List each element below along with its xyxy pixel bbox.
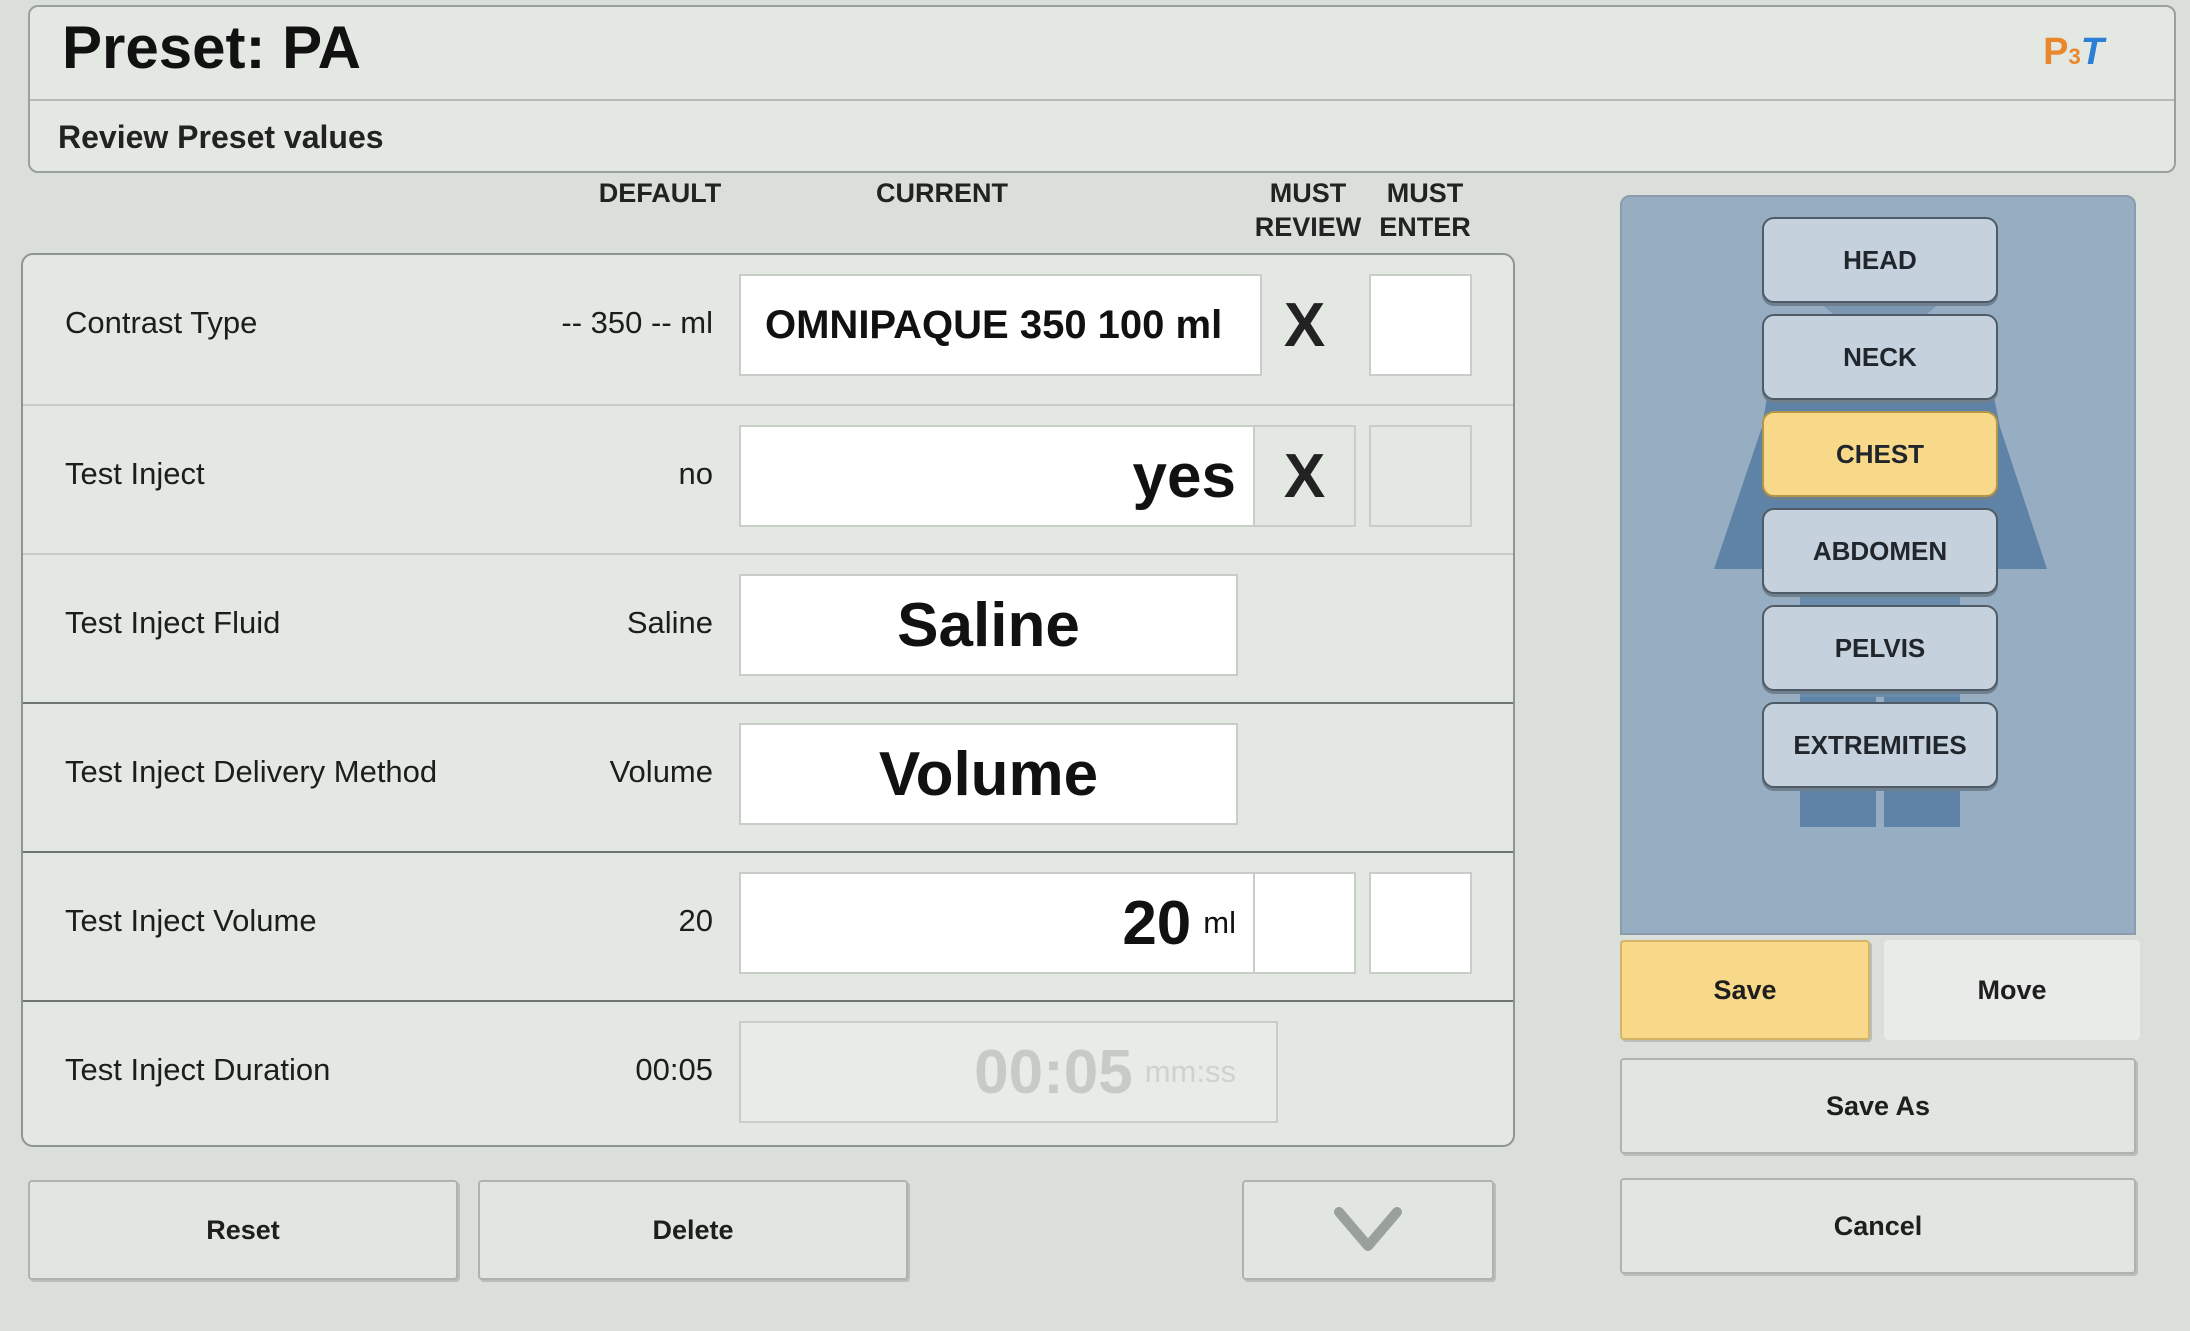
table-row: Contrast Type -- 350 -- ml OMNIPAQUE 350… <box>23 255 1513 404</box>
move-button[interactable]: Move <box>1884 940 2140 1040</box>
column-header-current: CURRENT <box>876 178 1008 208</box>
table-row: Test Inject no yes X <box>23 404 1513 555</box>
column-header-must-enter: MUST ENTER <box>1379 178 1471 242</box>
row-label: Test Inject Duration <box>65 1052 331 1087</box>
contrast-type-field[interactable]: OMNIPAQUE 350 100 ml <box>739 274 1262 376</box>
region-pelvis[interactable]: PELVIS <box>1762 605 1998 691</box>
preset-values-table: Contrast Type -- 350 -- ml OMNIPAQUE 350… <box>21 253 1515 1147</box>
test-inject-fluid-field[interactable]: Saline <box>739 574 1238 676</box>
table-row: Test Inject Fluid Saline Saline <box>23 553 1513 704</box>
must-review-checkbox[interactable]: X <box>1253 274 1356 376</box>
delete-button[interactable]: Delete <box>478 1180 908 1280</box>
body-region-panel: HEAD NECK CHEST ABDOMEN PELVIS EXTREMITI… <box>1620 195 2136 935</box>
must-review-checkbox[interactable]: X <box>1253 425 1356 527</box>
row-default-value: Volume <box>609 754 713 789</box>
cancel-button[interactable]: Cancel <box>1620 1178 2136 1274</box>
column-header-default: DEFAULT <box>598 178 722 208</box>
region-head[interactable]: HEAD <box>1762 217 1998 303</box>
row-label: Test Inject Fluid <box>65 605 281 640</box>
row-default-value: no <box>678 456 713 491</box>
row-default-value: 20 <box>678 903 713 938</box>
row-default-value: -- 350 -- ml <box>561 305 713 340</box>
must-enter-checkbox[interactable] <box>1369 872 1472 974</box>
column-header-must-review: MUST REVIEW <box>1254 178 1362 242</box>
must-enter-checkbox[interactable] <box>1369 274 1472 376</box>
row-label: Test Inject Delivery Method <box>65 754 438 789</box>
row-label: Test Inject Volume <box>65 903 317 938</box>
row-default-value: Saline <box>626 605 713 640</box>
header-panel: Preset: PA P3T Review Preset values <box>28 5 2176 173</box>
row-default-value: 00:05 <box>635 1052 713 1087</box>
region-chest[interactable]: CHEST <box>1762 411 1998 497</box>
test-inject-volume-field[interactable]: 20 ml <box>739 872 1278 974</box>
title-bar: Preset: PA P3T <box>30 7 2174 101</box>
save-as-button[interactable]: Save As <box>1620 1058 2136 1154</box>
must-review-checkbox[interactable] <box>1253 872 1356 974</box>
test-inject-field[interactable]: yes <box>739 425 1278 527</box>
page-subtitle: Review Preset values <box>58 119 384 155</box>
region-neck[interactable]: NECK <box>1762 314 1998 400</box>
region-extremities[interactable]: EXTREMITIES <box>1762 702 1998 788</box>
reset-button[interactable]: Reset <box>28 1180 458 1280</box>
brand-logo: P3T <box>2043 31 2104 73</box>
test-inject-duration-field: 00:05 mm:ss <box>739 1021 1278 1123</box>
table-row: Test Inject Duration 00:05 00:05 mm:ss <box>23 1000 1513 1145</box>
save-button[interactable]: Save <box>1620 940 1870 1040</box>
test-inject-delivery-method-field[interactable]: Volume <box>739 723 1238 825</box>
must-enter-checkbox[interactable] <box>1369 425 1472 527</box>
row-label: Test Inject <box>65 456 205 491</box>
chevron-down-icon <box>1334 1207 1402 1251</box>
scroll-down-button[interactable] <box>1242 1180 1494 1280</box>
page-title: Preset: PA <box>62 14 362 81</box>
region-abdomen[interactable]: ABDOMEN <box>1762 508 1998 594</box>
table-row: Test Inject Volume 20 20 ml <box>23 851 1513 1002</box>
row-label: Contrast Type <box>65 305 258 340</box>
table-row: Test Inject Delivery Method Volume Volum… <box>23 702 1513 853</box>
